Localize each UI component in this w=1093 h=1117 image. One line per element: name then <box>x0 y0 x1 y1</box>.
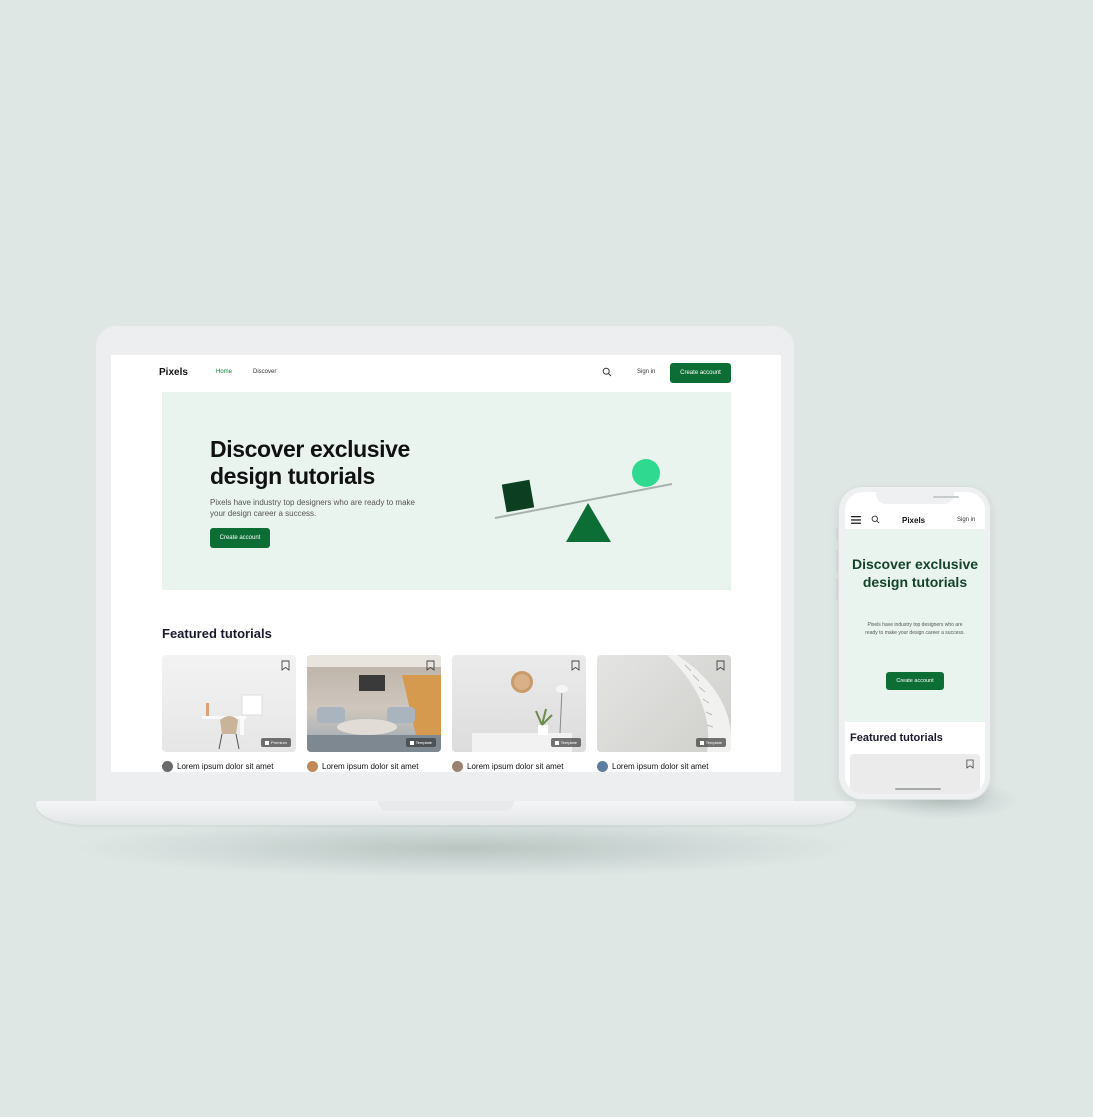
card-image: Template <box>307 655 441 752</box>
template-icon <box>264 740 269 745</box>
tutorial-card[interactable]: Template Lorem ipsum dolor sit amet <box>307 655 441 772</box>
mobile-featured-title: Featured tutorials <box>850 732 943 744</box>
menu-icon[interactable] <box>851 516 861 524</box>
card-title[interactable]: Lorem ipsum dolor sit amet <box>467 762 563 771</box>
bookmark-icon[interactable] <box>426 660 435 671</box>
phone-notch <box>876 492 959 504</box>
badge-label: Template <box>705 740 722 745</box>
signin-link[interactable]: Sign in <box>637 369 655 375</box>
avatar <box>597 761 608 772</box>
card-title[interactable]: Lorem ipsum dolor sit amet <box>322 762 418 771</box>
create-account-button[interactable]: Create account <box>670 363 731 383</box>
badge-label: Template <box>415 740 432 745</box>
bookmark-icon[interactable] <box>281 660 290 671</box>
laptop-screen: Pixels Home Discover Sign in Create acco… <box>111 355 781 772</box>
phone-speaker <box>933 496 959 498</box>
tutorial-card[interactable]: Template Lorem ipsum dolor sit amet <box>597 655 731 772</box>
bookmark-icon[interactable] <box>966 759 974 769</box>
badge-label: Premium <box>270 740 287 745</box>
template-icon <box>699 740 704 745</box>
desktop-navbar: Pixels Home Discover Sign in Create acco… <box>111 355 781 391</box>
nav-discover-link[interactable]: Discover <box>253 369 276 375</box>
template-icon <box>409 740 414 745</box>
card-badge: Premium <box>260 738 291 747</box>
seesaw-illustration <box>494 459 673 542</box>
phone-screen: Pixels Sign in Discover exclusive design… <box>845 492 985 794</box>
card-image: Template <box>597 655 731 752</box>
search-icon[interactable] <box>871 515 880 524</box>
bookmark-icon[interactable] <box>571 660 580 671</box>
hero-title: Discover exclusive design tutorials <box>210 436 410 489</box>
mobile-hero-title: Discover exclusive design tutorials <box>851 556 979 590</box>
home-indicator <box>895 788 941 790</box>
desktop-logo[interactable]: Pixels <box>159 367 188 378</box>
card-badge: Template <box>550 738 581 747</box>
mobile-logo[interactable]: Pixels <box>902 516 925 525</box>
hero-subtitle: Pixels have industry top designers who a… <box>210 498 415 518</box>
template-icon <box>554 740 559 745</box>
hero-banner: Discover exclusive design tutorials Pixe… <box>162 392 731 590</box>
card-image: Premium <box>162 655 296 752</box>
avatar <box>452 761 463 772</box>
card-meta: Lorem ipsum dolor sit amet <box>162 761 273 772</box>
card-badge: Template <box>695 738 726 747</box>
laptop-notch <box>378 801 514 811</box>
avatar <box>162 761 173 772</box>
badge-label: Template <box>560 740 577 745</box>
card-meta: Lorem ipsum dolor sit amet <box>307 761 418 772</box>
mobile-create-account-button[interactable]: Create account <box>886 672 944 690</box>
avatar <box>307 761 318 772</box>
nav-home-link[interactable]: Home <box>216 369 232 375</box>
search-icon[interactable] <box>602 367 612 377</box>
card-title[interactable]: Lorem ipsum dolor sit amet <box>177 762 273 771</box>
card-title[interactable]: Lorem ipsum dolor sit amet <box>612 762 708 771</box>
card-badge: Template <box>405 738 436 747</box>
bookmark-icon[interactable] <box>716 660 725 671</box>
mobile-hero-banner: Discover exclusive design tutorials Pixe… <box>845 529 985 722</box>
hero-create-account-button[interactable]: Create account <box>210 528 270 548</box>
laptop-shadow <box>70 818 860 878</box>
card-meta: Lorem ipsum dolor sit amet <box>597 761 708 772</box>
tutorial-card[interactable]: Template Lorem ipsum dolor sit amet <box>452 655 586 772</box>
card-image: Template <box>452 655 586 752</box>
featured-tutorials-title: Featured tutorials <box>162 626 272 641</box>
mobile-hero-subtitle: Pixels have industry top designers who a… <box>865 622 965 636</box>
mobile-signin-link[interactable]: Sign in <box>957 517 975 523</box>
card-meta: Lorem ipsum dolor sit amet <box>452 761 563 772</box>
tutorial-card[interactable]: Premium Lorem ipsum dolor sit amet <box>162 655 296 772</box>
